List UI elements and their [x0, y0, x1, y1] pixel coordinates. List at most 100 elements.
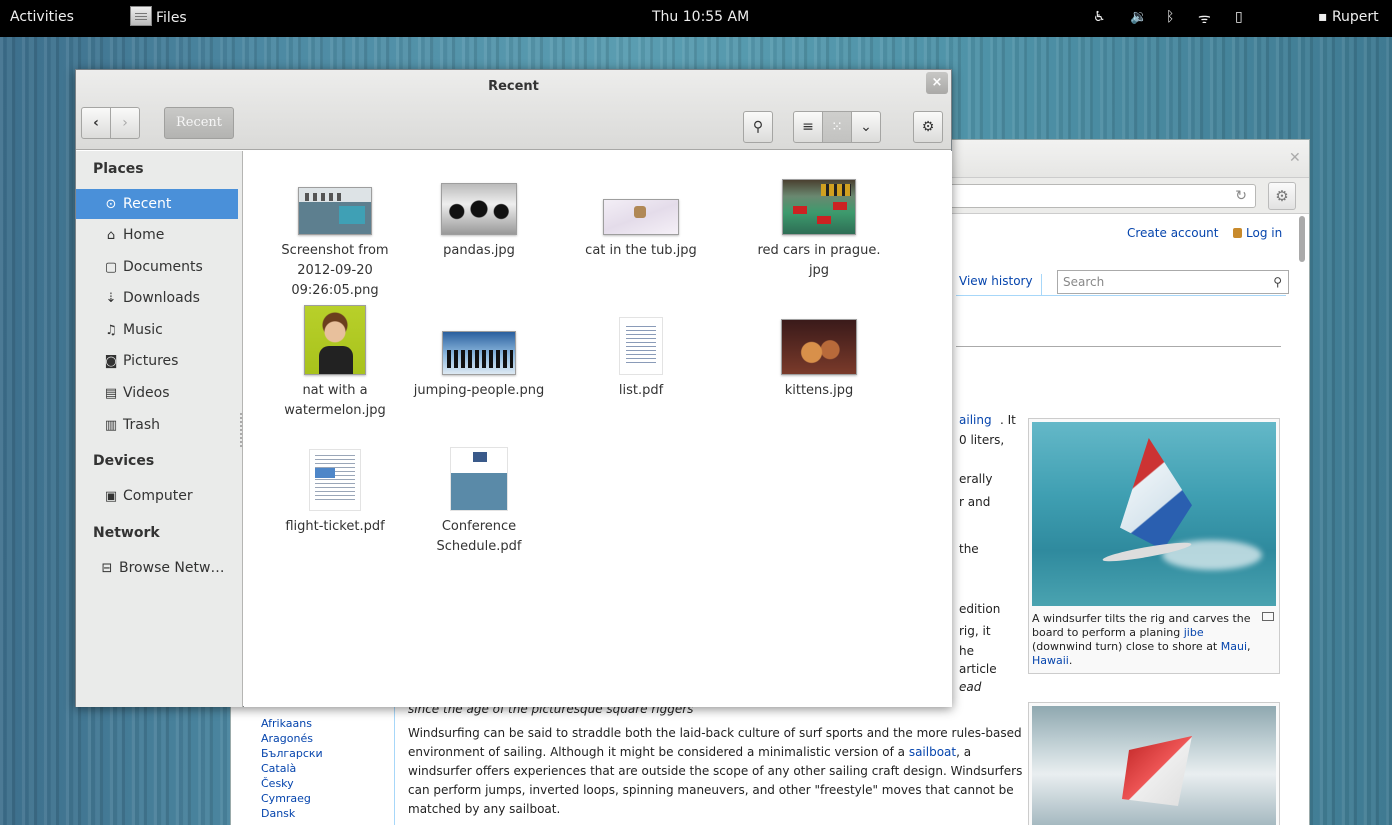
download-icon: ⇣ [105, 291, 117, 306]
image-thumbnail [304, 305, 366, 375]
text-fragment: he [959, 644, 974, 658]
activities-button[interactable]: Activities [10, 9, 74, 25]
view-options-button[interactable]: ⌄ [851, 111, 881, 143]
text-fragment: the [959, 542, 979, 556]
user-icon [1233, 228, 1242, 238]
text-fragment-link[interactable]: ailing [959, 413, 992, 427]
network-heading: Network [93, 525, 160, 541]
file-item[interactable]: list.pdf [566, 303, 716, 401]
app-menu[interactable]: Files [130, 6, 187, 26]
maui-link[interactable]: Maui [1221, 640, 1247, 653]
sidebar-item-documents[interactable]: ▢ Documents [76, 252, 238, 282]
breadcrumb-recent[interactable]: Recent [164, 107, 234, 139]
file-name: Conference Schedule.pdf [436, 519, 522, 554]
file-item[interactable]: Conference Schedule.pdf [404, 441, 554, 557]
back-button[interactable]: ‹ [81, 107, 111, 139]
file-item[interactable]: flight-ticket.pdf [260, 441, 410, 537]
enlarge-icon[interactable] [1262, 612, 1274, 621]
wiki-search-input[interactable]: Search ⚲ [1057, 270, 1289, 294]
wifi-icon[interactable]: ᯤ [1198, 9, 1211, 28]
file-item[interactable]: nat with a watermelon.jpg [260, 303, 410, 421]
caption-text: . [1068, 654, 1073, 667]
sidebar-item-label: Downloads [123, 290, 200, 306]
sail-shape [1120, 438, 1192, 550]
accessibility-icon[interactable]: ♿ [1093, 9, 1106, 25]
language-link[interactable]: Cymraeg [261, 791, 323, 806]
settings-button[interactable]: ⚙ [913, 111, 943, 143]
file-item[interactable]: jumping-people.png [404, 303, 554, 401]
battery-icon[interactable]: ▯ [1235, 9, 1243, 25]
sidebar-item-label: Home [123, 227, 165, 243]
close-icon[interactable]: × [926, 72, 948, 94]
files-window: Recent × ‹ › Recent ⚲ ≡ ⁙ ⌄ ⚙ Places ⊙ Re… [75, 69, 952, 707]
pdf-thumbnail [619, 317, 663, 375]
search-button[interactable]: ⚲ [743, 111, 773, 143]
image-thumbnail [298, 187, 372, 235]
file-name: kittens.jpg [784, 383, 854, 398]
network-icon: ⊟ [101, 561, 113, 576]
files-app-icon [130, 6, 152, 26]
infobox-second [1028, 702, 1280, 825]
photo-caption: A windsurfer tilts the rig and carves th… [1032, 612, 1276, 668]
sailboat-link[interactable]: sailboat [909, 745, 956, 759]
sidebar-item-browse-network[interactable]: ⊟ Browse Netw… [76, 553, 238, 583]
windsurf-wave-photo[interactable] [1032, 706, 1276, 825]
forward-button[interactable]: › [110, 107, 140, 139]
image-thumbnail [781, 319, 857, 375]
sidebar-item-label: Recent [123, 196, 172, 212]
sidebar-item-music[interactable]: ♫ Music [76, 315, 238, 345]
sidebar-item-downloads[interactable]: ⇣ Downloads [76, 283, 238, 313]
sidebar-item-recent[interactable]: ⊙ Recent [76, 189, 238, 219]
image-thumbnail [603, 199, 679, 235]
language-link[interactable]: Aragonés [261, 731, 323, 746]
sidebar-item-computer[interactable]: ▣ Computer [76, 481, 238, 511]
files-headerbar: Recent × ‹ › Recent ⚲ ≡ ⁙ ⌄ ⚙ [76, 70, 951, 150]
devices-heading: Devices [93, 453, 155, 469]
browser-scrollbar[interactable] [1299, 216, 1305, 262]
grid-view-button[interactable]: ⁙ [822, 111, 852, 143]
reload-icon[interactable]: ↻ [1235, 188, 1247, 204]
sidebar-item-label: Browse Netw… [119, 560, 225, 576]
hawaii-link[interactable]: Hawaii [1032, 654, 1069, 667]
windsurfer-photo[interactable] [1032, 422, 1276, 606]
user-name: Rupert [1331, 9, 1379, 25]
file-item[interactable]: red cars in prague. jpg [744, 169, 894, 281]
music-icon: ♫ [105, 323, 117, 338]
image-thumbnail [782, 179, 856, 235]
sidebar-item-pictures[interactable]: ◙ Pictures [76, 346, 238, 376]
user-menu[interactable]: ▪ Rupert [1318, 9, 1379, 25]
chevron-down-icon: ⌄ [860, 119, 872, 135]
app-menu-label: Files [156, 9, 187, 26]
volume-icon[interactable]: 🔉 [1130, 9, 1147, 25]
jibe-link[interactable]: jibe [1184, 626, 1204, 639]
text-fragment: . It [1000, 413, 1016, 427]
file-item[interactable]: Screenshot from 2012-09-20 09:26:05.png [260, 169, 410, 301]
search-icon[interactable]: ⚲ [1273, 275, 1282, 289]
list-view-button[interactable]: ≡ [793, 111, 823, 143]
view-history-tab[interactable]: View history [959, 274, 1042, 296]
caption-text: A windsurfer tilts the rig and carves th… [1032, 612, 1251, 639]
top-bar: Activities Files Thu 10:55 AM ♿ 🔉 ᛒ ᯤ ▯ … [0, 0, 1392, 37]
sidebar-item-label: Computer [123, 488, 193, 504]
language-link[interactable]: Български [261, 746, 323, 761]
language-link[interactable]: Česky [261, 776, 323, 791]
file-name: jumping-people.png [413, 383, 545, 398]
file-name: pandas.jpg [443, 243, 515, 258]
bluetooth-icon[interactable]: ᛒ [1166, 9, 1174, 25]
pdf-thumbnail [450, 447, 508, 511]
sidebar-item-videos[interactable]: ▤ Videos [76, 378, 238, 408]
log-in-link[interactable]: Log in [1233, 226, 1282, 240]
sidebar-resize-handle[interactable] [240, 413, 242, 447]
sidebar-item-home[interactable]: ⌂ Home [76, 220, 238, 250]
language-link[interactable]: Dansk [261, 806, 323, 821]
clock[interactable]: Thu 10:55 AM [652, 9, 749, 25]
file-item[interactable]: cat in the tub.jpg [566, 169, 716, 261]
browser-settings-gear-icon[interactable]: ⚙ [1268, 182, 1296, 210]
browser-close-icon[interactable]: ✕ [1289, 150, 1301, 166]
create-account-link[interactable]: Create account [1127, 226, 1219, 240]
file-item[interactable]: pandas.jpg [404, 169, 554, 261]
file-item[interactable]: kittens.jpg [744, 303, 894, 401]
language-link[interactable]: Afrikaans [261, 716, 323, 731]
language-link[interactable]: Català [261, 761, 323, 776]
sidebar-item-trash[interactable]: ▥ Trash [76, 410, 238, 440]
